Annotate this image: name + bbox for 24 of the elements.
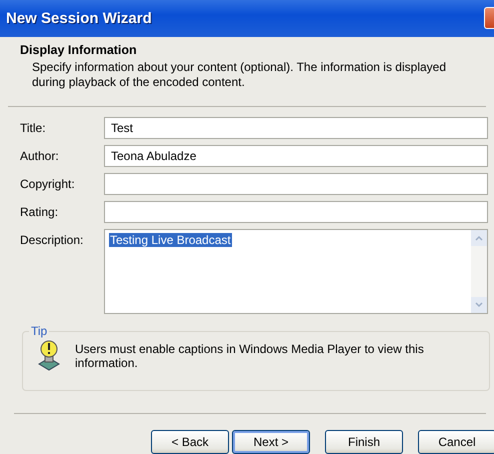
field-label: Author: [20,148,60,165]
wizard-button[interactable]: Next > [232,430,310,454]
wizard-button[interactable]: Cancel [418,430,494,454]
field-label: Copyright: [20,176,76,193]
input-field[interactable] [104,173,488,195]
tip-legend: Tip [29,324,50,338]
scroll-down-icon[interactable] [471,297,487,313]
close-button[interactable] [484,7,494,30]
input-field[interactable]: Test [104,117,488,139]
section-description: Specify information about your content (optional). The information is displayed during playback of the encoded content. [31,60,448,90]
scrollbar[interactable] [471,230,487,313]
lightbulb-icon [37,340,61,372]
wizard-button[interactable]: < Back [151,430,229,454]
window-title: New Session Wizard [6,10,152,27]
section-title: Display Information [20,42,138,57]
field-label: Description: [20,232,84,249]
field-label: Title: [20,120,47,137]
field-label: Rating: [20,204,60,221]
input-field[interactable]: Teona Abuladze [104,145,488,167]
wizard-button[interactable]: Finish [325,430,403,454]
description-field[interactable]: Testing Live Broadcast [104,229,488,314]
tip-text: Users must enable captions in Windows Media Player to view this information. [75,341,425,370]
scroll-up-icon[interactable] [471,230,487,246]
input-field[interactable] [104,201,488,223]
